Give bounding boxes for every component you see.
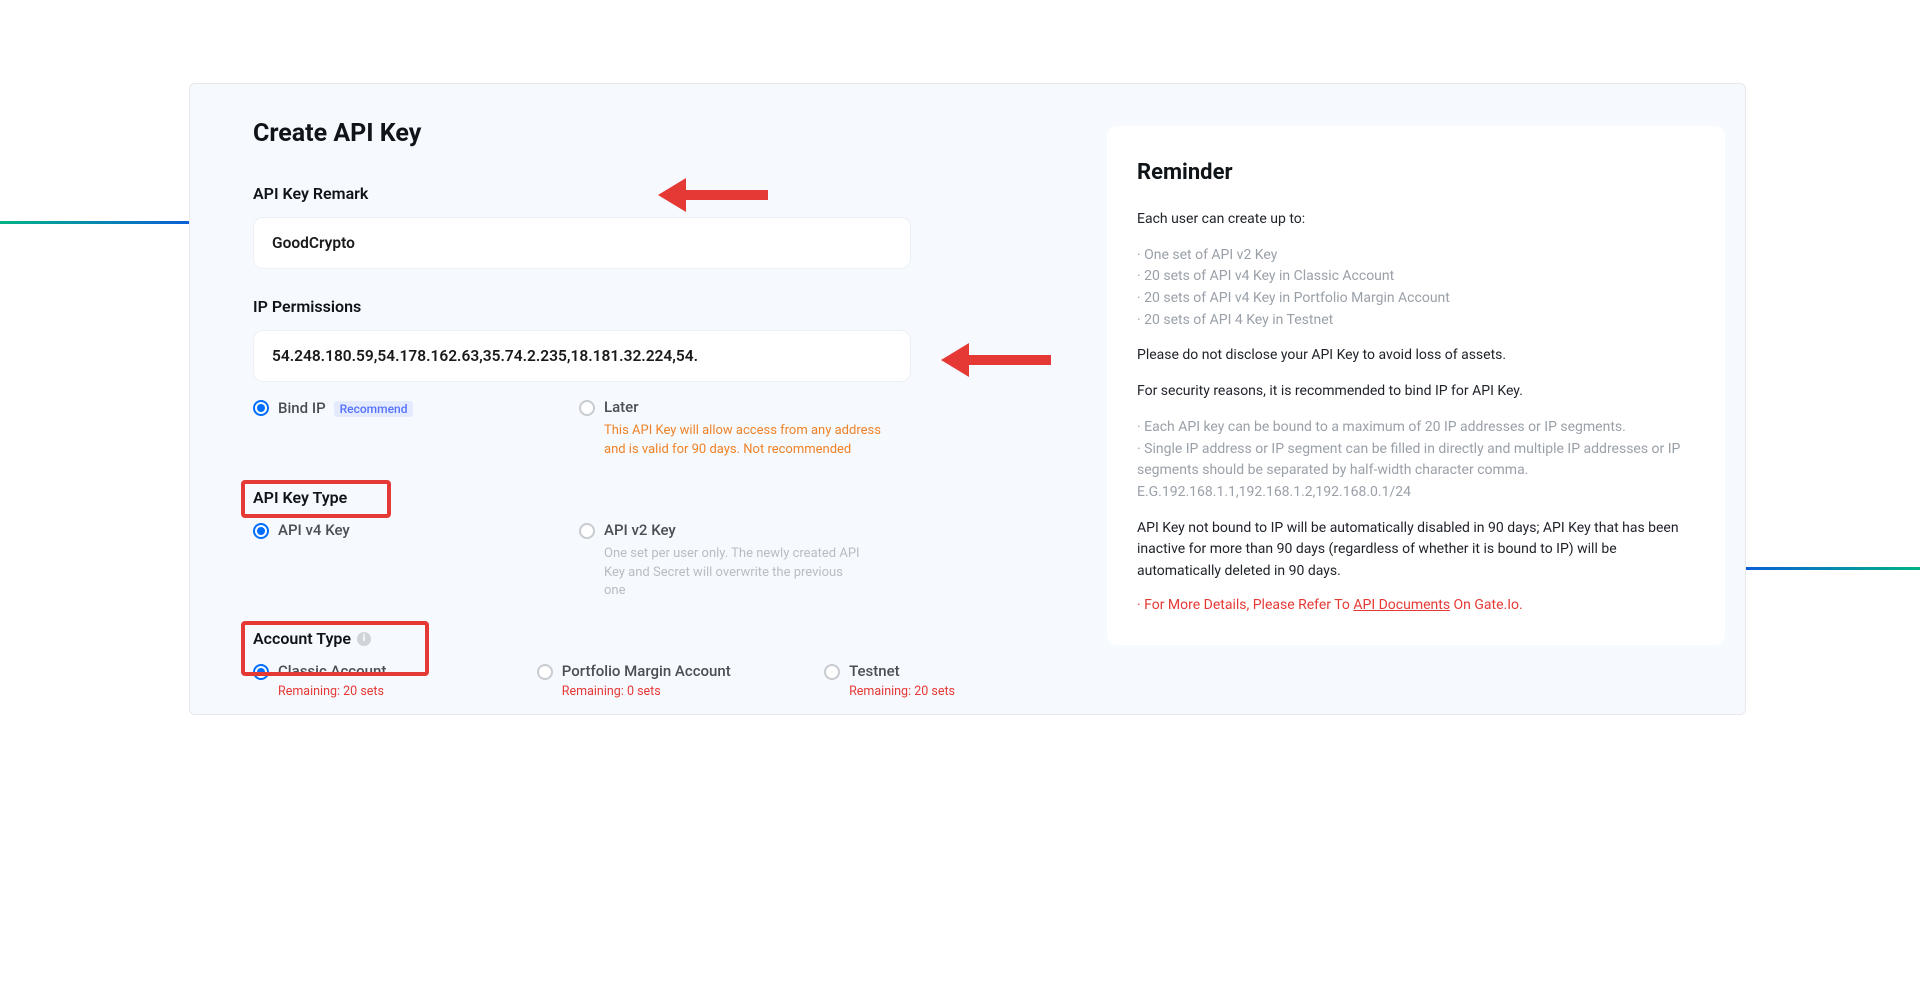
- radio-icon: [824, 664, 840, 680]
- portfolio-remaining: Remaining: 0 sets: [562, 684, 824, 699]
- decorative-line-left: [0, 221, 190, 224]
- radio-testnet[interactable]: Testnet: [824, 662, 1033, 680]
- radio-icon: [253, 523, 269, 539]
- radio-classic-account[interactable]: Classic Account: [253, 662, 537, 680]
- reminder-title: Reminder: [1137, 160, 1695, 185]
- radio-icon: [579, 523, 595, 539]
- annotation-arrow-ip: [941, 343, 1051, 377]
- radio-later[interactable]: Later This API Key will allow access fro…: [579, 398, 909, 460]
- radio-portfolio-margin[interactable]: Portfolio Margin Account: [537, 662, 824, 680]
- info-icon[interactable]: i: [357, 632, 371, 646]
- reminder-ip-rules-list: Each API key can be bound to a maximum o…: [1137, 417, 1695, 504]
- radio-icon: [537, 664, 553, 680]
- radio-icon: [253, 400, 269, 416]
- account-type-label: Account Type: [253, 629, 351, 648]
- classic-remaining: Remaining: 20 sets: [278, 684, 537, 699]
- radio-icon: [253, 664, 269, 680]
- ip-permissions-input[interactable]: [253, 330, 911, 382]
- api-key-type-label: API Key Type: [253, 488, 1033, 507]
- recommend-badge: Recommend: [334, 401, 414, 417]
- api-documents-link[interactable]: API Documents: [1353, 597, 1450, 613]
- api-key-remark-input[interactable]: [253, 217, 911, 269]
- reminder-intro: Each user can create up to:: [1137, 209, 1695, 231]
- reminder-panel: Reminder Each user can create up to: One…: [1107, 126, 1725, 645]
- reminder-more: · For More Details, Please Refer To API …: [1137, 597, 1695, 613]
- v2-key-note: One set per user only. The newly created…: [604, 545, 864, 602]
- radio-api-v2-key[interactable]: API v2 Key One set per user only. The ne…: [579, 521, 909, 602]
- radio-bind-ip[interactable]: Bind IP Recommend: [253, 398, 579, 417]
- reminder-bind-ip: For security reasons, it is recommended …: [1137, 381, 1695, 403]
- reminder-limits-list: One set of API v2 Key 20 sets of API v4 …: [1137, 245, 1695, 332]
- api-key-remark-label: API Key Remark: [253, 184, 1033, 203]
- page-title: Create API Key: [253, 119, 1033, 148]
- later-warning-note: This API Key will allow access from any …: [604, 422, 894, 460]
- testnet-remaining: Remaining: 20 sets: [849, 684, 1033, 699]
- radio-icon: [579, 400, 595, 416]
- decorative-line-right: [1745, 567, 1920, 570]
- reminder-expiry: API Key not bound to IP will be automati…: [1137, 518, 1695, 583]
- radio-api-v4-key[interactable]: API v4 Key: [253, 521, 579, 539]
- reminder-disclose: Please do not disclose your API Key to a…: [1137, 345, 1695, 367]
- create-api-key-panel: Create API Key API Key Remark IP Permiss…: [189, 83, 1746, 715]
- ip-permissions-label: IP Permissions: [253, 297, 1033, 316]
